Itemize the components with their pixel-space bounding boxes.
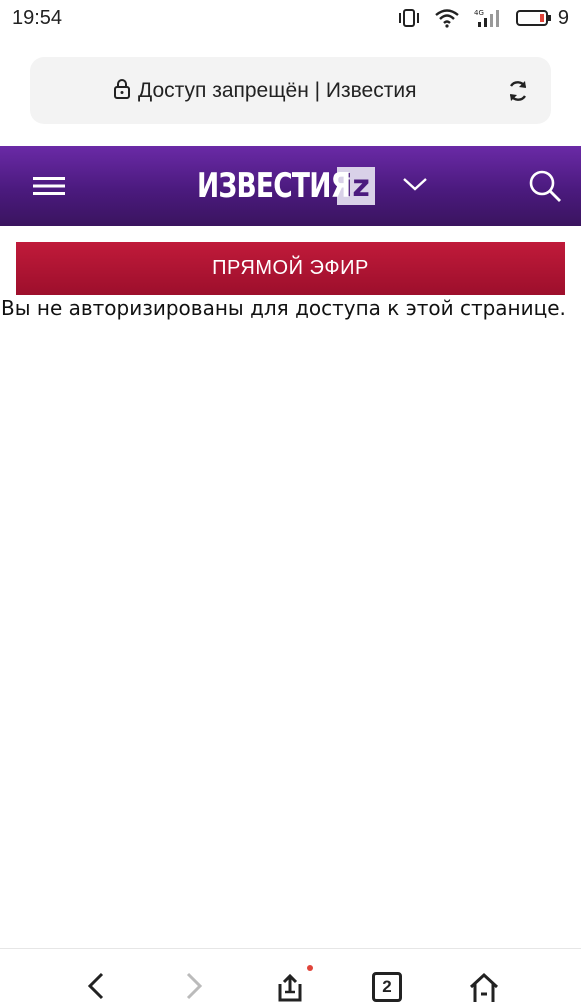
site-header: ИЗВЕСТИЯ iz <box>0 146 581 226</box>
share-icon[interactable] <box>274 972 306 1006</box>
status-time: 19:54 <box>12 6 63 29</box>
address-bar[interactable]: Доступ запрещён | Известия <box>30 57 551 124</box>
notification-dot <box>307 965 313 971</box>
lock-icon <box>112 78 132 104</box>
battery-icon <box>515 8 552 28</box>
page-title: Доступ запрещён | Известия <box>138 78 417 102</box>
site-logo[interactable]: ИЗВЕСТИЯ iz <box>197 166 375 206</box>
tabs-icon[interactable]: 2 <box>372 972 402 1002</box>
address-content: Доступ запрещён | Известия <box>112 57 416 124</box>
status-icons: 4G 9 <box>398 7 569 30</box>
status-bar: 19:54 4G 9 <box>0 0 581 36</box>
signal-4g-icon: 4G <box>474 8 502 28</box>
wifi-icon <box>434 8 460 28</box>
svg-text:4G: 4G <box>474 9 484 17</box>
auth-error-message: Вы не авторизированы для доступа к этой … <box>1 296 566 320</box>
live-stream-button[interactable]: ПРЯМОЙ ЭФИР <box>16 242 565 295</box>
search-icon[interactable] <box>527 168 563 204</box>
home-icon[interactable] <box>468 972 500 1006</box>
chevron-down-icon[interactable] <box>402 174 428 194</box>
vibrate-icon <box>398 8 420 28</box>
battery-indicator: 9 <box>515 6 569 30</box>
bottom-nav: 2 <box>0 960 581 1002</box>
forward-icon[interactable] <box>180 970 208 1004</box>
battery-level: 9 <box>557 6 569 29</box>
bottom-divider <box>0 948 581 949</box>
back-icon[interactable] <box>82 970 110 1004</box>
hamburger-menu-icon[interactable] <box>33 172 65 200</box>
logo-text: ИЗВЕСТИЯ <box>197 166 351 206</box>
reload-icon[interactable] <box>505 78 531 104</box>
